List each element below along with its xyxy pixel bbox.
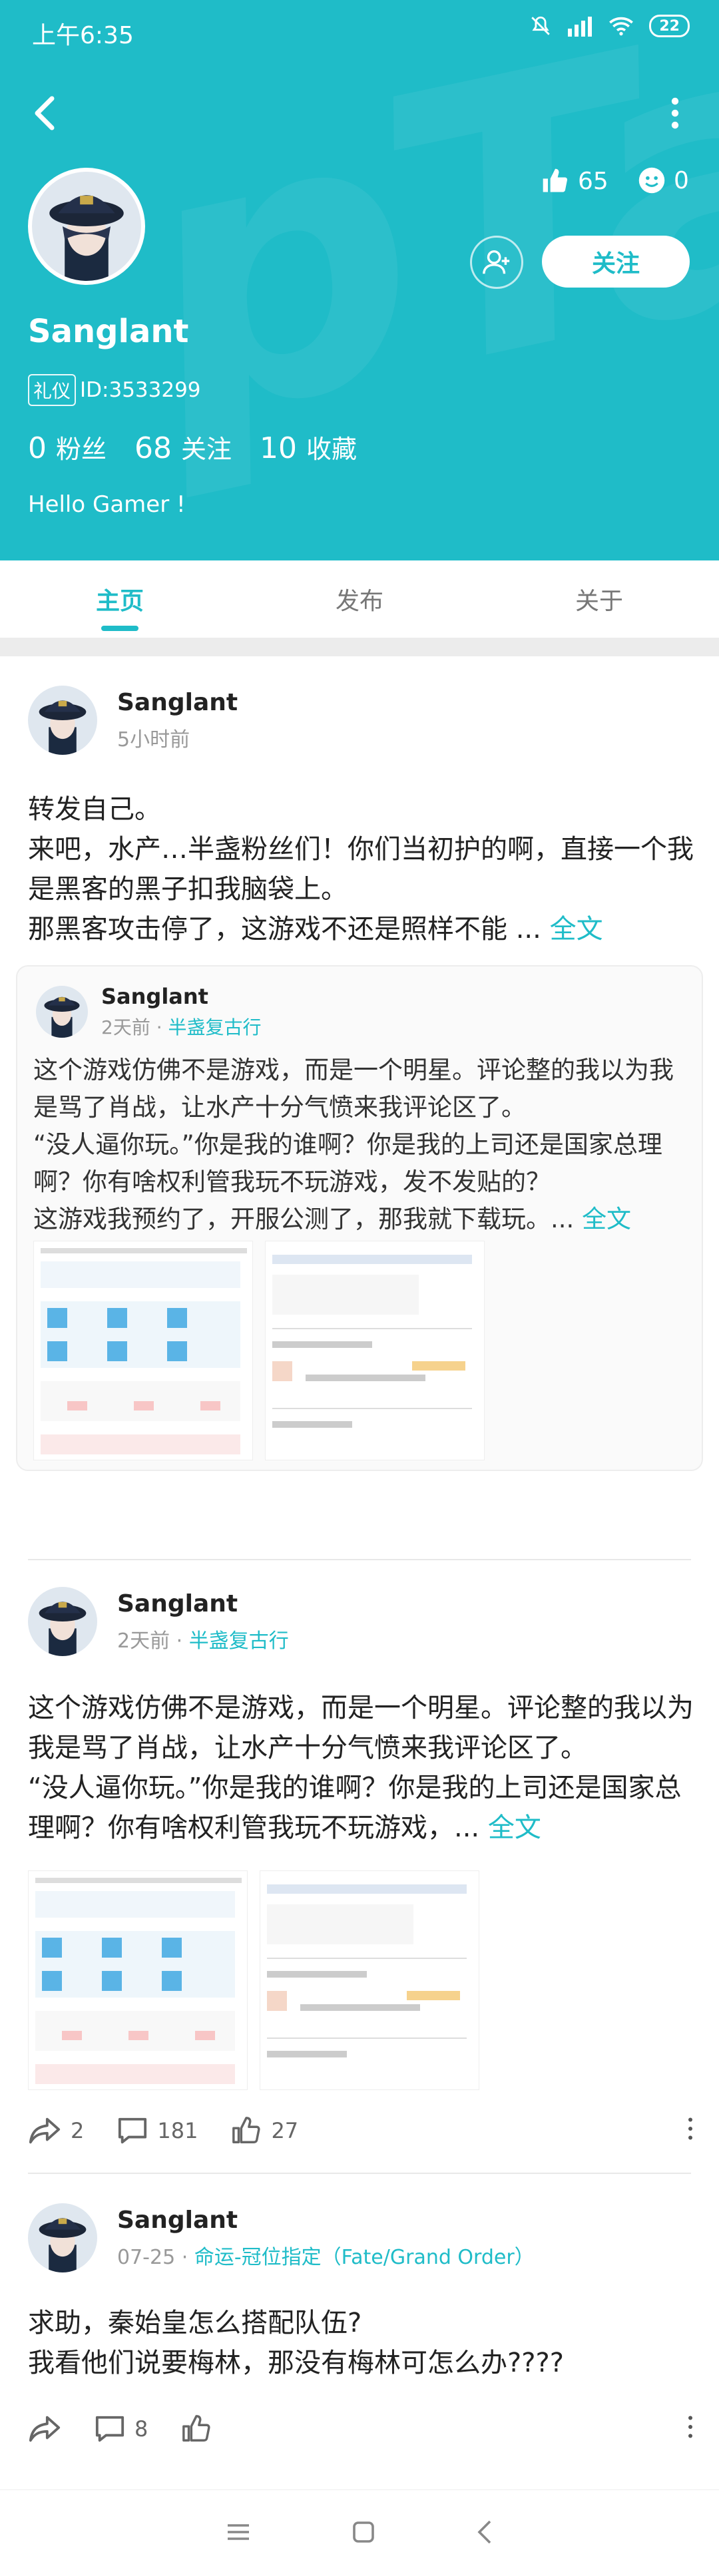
share-button[interactable]: 2 xyxy=(28,2116,84,2145)
back-button[interactable] xyxy=(24,93,64,133)
post-time: 5小时前 xyxy=(117,728,190,751)
add-user-icon xyxy=(483,250,510,274)
more-options-button[interactable] xyxy=(655,93,695,133)
thumbs-up-icon xyxy=(182,2415,210,2442)
fans-count[interactable]: 0 粉丝 xyxy=(28,429,107,465)
screenshot-image[interactable] xyxy=(260,1870,479,2090)
collections-count[interactable]: 10 收藏 xyxy=(260,429,357,465)
back-icon[interactable] xyxy=(475,2519,494,2548)
post-time: 2天前 xyxy=(117,1629,170,1653)
section-separator xyxy=(0,638,719,656)
profile-tabs: 主页 发布 关于 xyxy=(0,560,719,638)
avatar[interactable] xyxy=(28,686,97,755)
home-icon[interactable] xyxy=(352,2520,375,2547)
comment-icon xyxy=(119,2117,147,2144)
following-count[interactable]: 68 关注 xyxy=(134,429,232,465)
post-divider xyxy=(28,1559,691,1560)
comment-button[interactable]: 181 xyxy=(117,2116,198,2145)
post-text[interactable]: 转发自己。 来吧，水产…半盏粉丝们！你们当初护的啊，直接一个我是黑客的黑子扣我脑… xyxy=(28,789,694,949)
profile-avatar[interactable] xyxy=(28,168,145,285)
post-actions: 8 xyxy=(28,2406,694,2452)
wifi-icon xyxy=(608,15,634,37)
battery-indicator: 22 xyxy=(649,15,690,37)
post-text[interactable]: 求助，秦始皇怎么搭配队伍? 我看他们说要梅林，那没有梅林可怎么办???? xyxy=(28,2303,694,2383)
like-stat[interactable]: 65 xyxy=(541,166,608,196)
post-more-button[interactable] xyxy=(687,2117,694,2146)
post-header[interactable]: Sanglant 5小时前 xyxy=(28,686,238,755)
tab-posts[interactable]: 发布 xyxy=(240,560,479,638)
repost-images xyxy=(33,1241,485,1460)
signal-icon xyxy=(567,15,593,37)
post-header[interactable]: Sanglant 2天前 · 半盏复古行 xyxy=(28,1587,289,1656)
smile-stat[interactable]: 0 xyxy=(638,166,689,194)
repost-author[interactable]: Sanglant xyxy=(101,984,262,1009)
full-text-link[interactable]: 全文 xyxy=(550,914,603,945)
repost-text: 这个游戏仿佛不是游戏，而是一个明星。评论整的我以为我是骂了肖战，让水产十分气愤来… xyxy=(33,1056,674,1233)
post-author[interactable]: Sanglant xyxy=(117,1590,289,1617)
menu-icon[interactable] xyxy=(225,2521,252,2545)
repost-card[interactable]: Sanglant 2天前 · 半盏复古行 这个游戏仿佛不是游戏，而是一个明星。评… xyxy=(16,965,703,1471)
id-row: 礼仪 ID:3533299 xyxy=(28,374,201,406)
game-tag[interactable]: 命运-冠位指定（Fate/Grand Order） xyxy=(194,2246,535,2269)
thumbs-up-icon xyxy=(232,2117,260,2143)
profile-header: pTa 上午6:35 22 65 0 关注 Sanglant 礼仪 ID:353… xyxy=(0,0,719,560)
screenshot-image[interactable] xyxy=(265,1241,485,1460)
smile-icon xyxy=(638,167,665,194)
more-vertical-icon xyxy=(671,97,679,129)
smile-count: 0 xyxy=(674,166,689,194)
avatar[interactable] xyxy=(28,2203,97,2272)
screenshot-image[interactable] xyxy=(33,1241,253,1460)
mute-icon xyxy=(529,15,552,37)
system-nav-bar xyxy=(0,2489,719,2576)
post-time: 07-25 xyxy=(117,2245,176,2269)
status-bar: 上午6:35 22 xyxy=(0,0,719,64)
status-icons: 22 xyxy=(529,15,690,37)
game-tag[interactable]: 半盏复古行 xyxy=(168,1016,262,1038)
like-button[interactable]: 27 xyxy=(231,2115,298,2146)
screenshot-image[interactable] xyxy=(28,1870,248,2090)
chevron-left-icon xyxy=(35,96,55,130)
post-more-button[interactable] xyxy=(687,2415,694,2444)
tab-home[interactable]: 主页 xyxy=(0,560,240,638)
more-vertical-icon xyxy=(688,2117,692,2140)
game-tag[interactable]: 半盏复古行 xyxy=(189,1629,289,1653)
post-author[interactable]: Sanglant xyxy=(117,2207,535,2234)
share-icon xyxy=(29,2117,61,2144)
user-badge[interactable]: 礼仪 xyxy=(28,374,77,406)
follow-button[interactable]: 关注 xyxy=(542,236,690,288)
post-header[interactable]: Sanglant 07-25 · 命运-冠位指定（Fate/Grand Orde… xyxy=(28,2203,535,2272)
avatar[interactable] xyxy=(28,1587,97,1656)
profile-counts: 0 粉丝 68 关注 10 收藏 xyxy=(28,429,385,465)
more-vertical-icon xyxy=(688,2416,692,2438)
full-text-link[interactable]: 全文 xyxy=(582,1205,631,1233)
thumbs-up-icon xyxy=(543,168,568,192)
post-images xyxy=(28,1870,479,2090)
repost-header: Sanglant 2天前 · 半盏复古行 xyxy=(36,984,262,1040)
add-friend-button[interactable] xyxy=(470,236,523,289)
comment-button[interactable]: 8 xyxy=(95,2414,148,2444)
share-button[interactable] xyxy=(28,2414,61,2444)
like-count: 65 xyxy=(578,167,608,195)
full-text-link[interactable]: 全文 xyxy=(488,1813,541,1843)
post-author[interactable]: Sanglant xyxy=(117,689,238,716)
post-actions: 2 181 27 xyxy=(28,2107,694,2154)
profile-bio: Hello Gamer ! xyxy=(28,491,186,518)
user-id: ID:3533299 xyxy=(80,378,201,402)
like-button[interactable] xyxy=(181,2414,212,2444)
comment-icon xyxy=(95,2416,124,2442)
post-divider xyxy=(28,2173,691,2174)
post-text[interactable]: 这个游戏仿佛不是游戏，而是一个明星。评论整的我以为我是骂了肖战，让水产十分气愤来… xyxy=(28,1688,694,1848)
status-time: 上午6:35 xyxy=(32,22,134,49)
profile-username: Sanglant xyxy=(28,313,189,350)
profile-page: pTa 上午6:35 22 65 0 关注 Sanglant 礼仪 ID:353… xyxy=(0,0,719,2576)
tab-about[interactable]: 关于 xyxy=(479,560,719,638)
share-icon xyxy=(29,2416,61,2442)
avatar[interactable] xyxy=(36,986,88,1038)
